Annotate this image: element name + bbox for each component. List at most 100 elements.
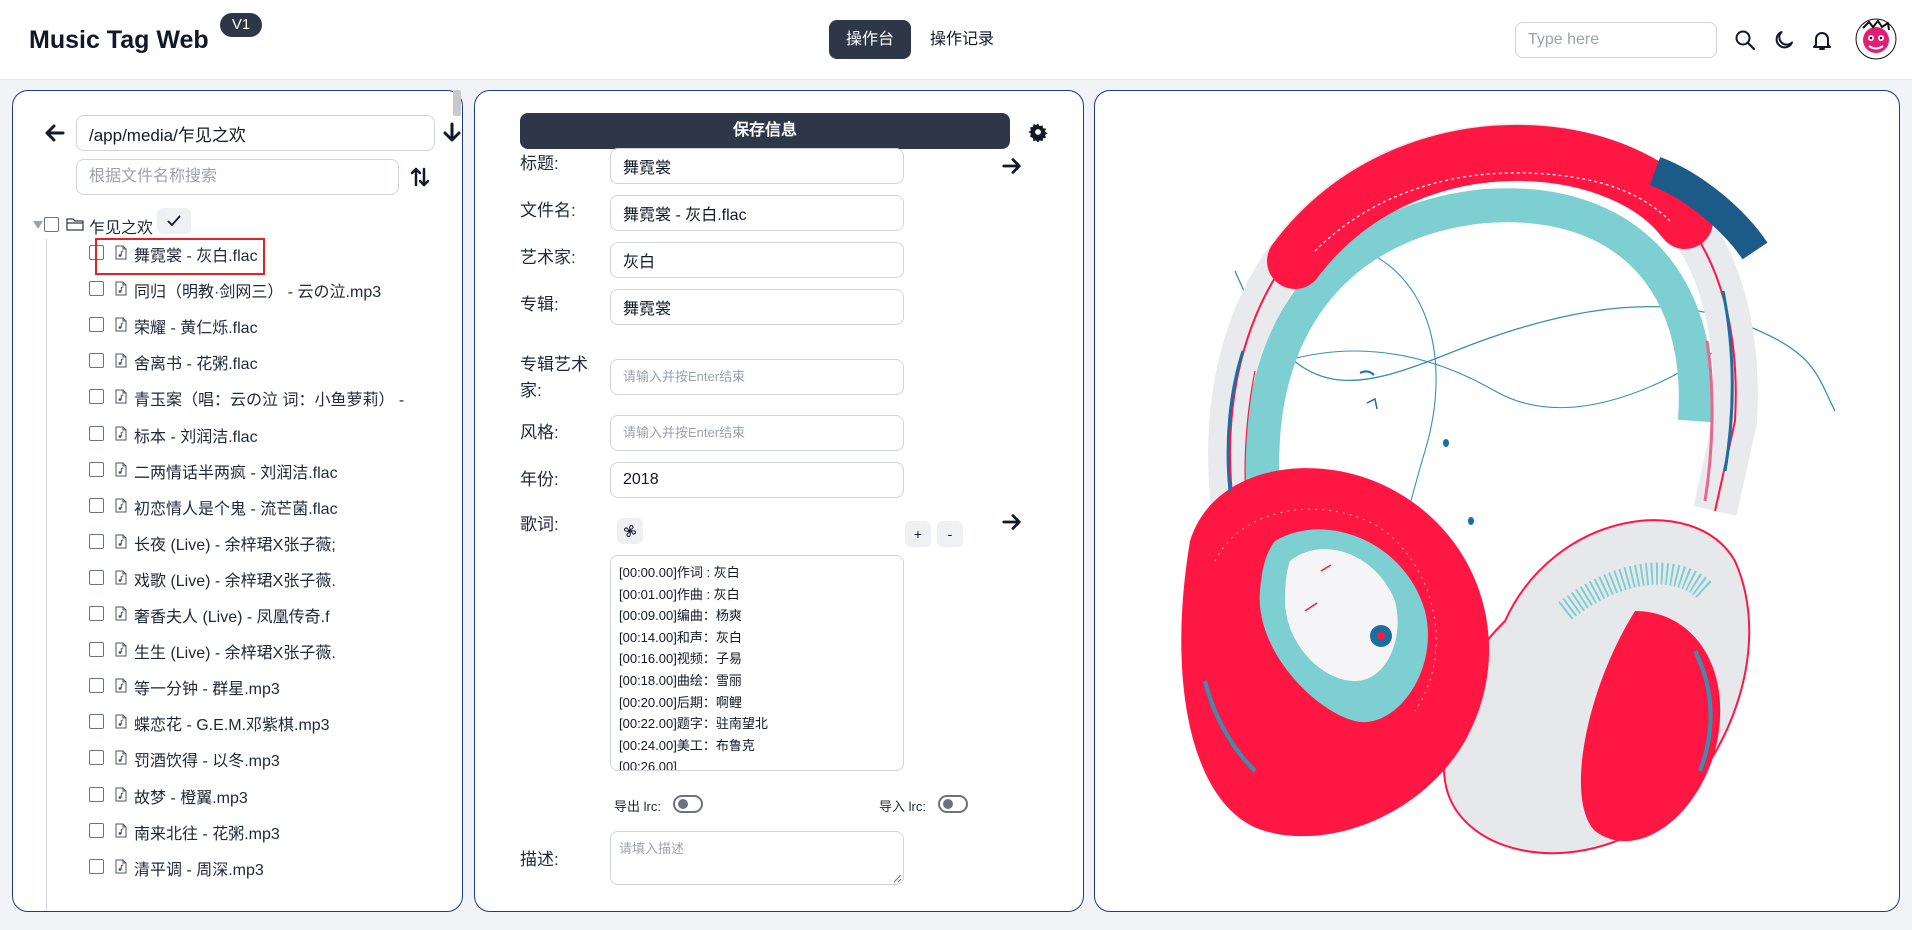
file-list-item[interactable]: 戏歌 (Live) - 余梓珺X张子薇.: [89, 564, 449, 590]
confirm-button[interactable]: [157, 208, 191, 234]
file-checkbox[interactable]: [89, 425, 104, 441]
file-name: 清平调 - 周深.mp3: [134, 861, 264, 879]
lyrics-label: 歌词:: [520, 515, 559, 534]
arrow-right-icon[interactable]: [1001, 155, 1023, 177]
artist-field[interactable]: [610, 242, 904, 278]
fan-icon: [623, 524, 637, 538]
arrow-right-icon[interactable]: [1001, 511, 1023, 533]
file-name: 长夜 (Live) - 余梓珺X张子薇;: [134, 536, 336, 554]
file-name: 同归（明教·剑网三） - 云の泣.mp3: [134, 284, 382, 302]
resize-grip-icon[interactable]: [892, 873, 902, 883]
artwork-panel: [1094, 90, 1900, 912]
file-list-item[interactable]: 长夜 (Live) - 余梓珺X张子薇;: [89, 528, 449, 554]
version-badge: V1: [220, 13, 262, 37]
file-name: 奢香夫人 (Live) - 凤凰传奇.f: [134, 609, 330, 626]
file-list-item[interactable]: 青玉案（唱：云の泣 词：小鱼萝莉） -: [89, 383, 449, 409]
music-file-icon: [115, 498, 127, 513]
title-field[interactable]: [610, 148, 904, 184]
file-checkbox[interactable]: [89, 533, 104, 549]
file-name: 等一分钟 - 群星.mp3: [134, 681, 280, 699]
path-input[interactable]: [76, 115, 435, 151]
file-list-item[interactable]: 清平调 - 周深.mp3: [89, 853, 449, 879]
file-list-item[interactable]: 舞霓裳 - 灰白.flac: [89, 239, 449, 265]
file-checkbox[interactable]: [89, 389, 104, 405]
music-file-icon: [115, 462, 127, 477]
lyrics-fetch-button[interactable]: [617, 518, 643, 544]
import-lrc-label: 导入 lrc:: [879, 799, 926, 814]
sort-icon[interactable]: [408, 165, 432, 189]
file-list-item[interactable]: 蝶恋花 - G.E.M.邓紫棋.mp3: [89, 708, 449, 734]
gear-icon[interactable]: [1028, 122, 1048, 142]
file-list-item[interactable]: 南来北往 - 花粥.mp3: [89, 817, 449, 843]
scrollbar-thumb[interactable]: [453, 90, 461, 116]
file-checkbox[interactable]: [89, 317, 104, 333]
search-input[interactable]: [1515, 22, 1717, 58]
file-checkbox[interactable]: [89, 353, 104, 369]
album-artist-label-line1: 专辑艺术: [520, 355, 588, 374]
file-checkbox[interactable]: [89, 245, 104, 260]
file-checkbox[interactable]: [89, 642, 104, 658]
file-checkbox[interactable]: [89, 714, 104, 730]
album-artist-field[interactable]: [610, 359, 904, 395]
tab-console[interactable]: 操作台: [829, 20, 912, 59]
file-list-item[interactable]: 二两情话半两疯 - 刘润洁.flac: [89, 456, 449, 482]
file-list-item[interactable]: 罚酒饮得 - 以冬.mp3: [89, 744, 449, 770]
caret-down-icon[interactable]: [33, 221, 43, 229]
file-list-item[interactable]: 舍离书 - 花粥.flac: [89, 347, 449, 373]
description-label: 描述:: [520, 850, 559, 869]
music-file-icon: [115, 426, 127, 440]
file-name: 初恋情人是个鬼 - 流芒菌.flac: [134, 500, 338, 518]
description-field[interactable]: [610, 831, 904, 885]
tab-operation-history[interactable]: 操作记录: [913, 20, 1011, 59]
year-field[interactable]: [610, 462, 904, 498]
file-checkbox[interactable]: [89, 750, 104, 766]
music-file-icon: [115, 389, 127, 404]
bell-icon[interactable]: [1810, 28, 1834, 52]
lyrics-decrease-button[interactable]: -: [937, 521, 963, 547]
filename-filter-input[interactable]: [76, 159, 399, 195]
app-title[interactable]: Music Tag Web: [29, 26, 209, 55]
path-row: [33, 115, 461, 151]
moon-icon[interactable]: [1772, 28, 1796, 52]
file-checkbox[interactable]: [89, 858, 104, 874]
file-checkbox[interactable]: [89, 569, 104, 585]
file-name: 生生 (Live) - 余梓珺X张子薇.: [134, 645, 336, 663]
file-list-item[interactable]: 等一分钟 - 群星.mp3: [89, 672, 449, 698]
file-name: 南来北往 - 花粥.mp3: [134, 825, 280, 843]
import-lrc-toggle[interactable]: [938, 795, 968, 813]
export-lrc-toggle[interactable]: [673, 795, 703, 813]
tree-folder[interactable]: 乍见之欢: [33, 208, 233, 237]
file-checkbox[interactable]: [89, 606, 104, 621]
user-avatar[interactable]: [1855, 18, 1897, 60]
file-list-item[interactable]: 初恋情人是个鬼 - 流芒菌.flac: [89, 492, 449, 518]
filename-field[interactable]: [610, 195, 904, 231]
year-label: 年份:: [520, 470, 559, 489]
lyrics-increase-button[interactable]: +: [905, 521, 931, 547]
file-list-item[interactable]: 同归（明教·剑网三） - 云の泣.mp3: [89, 275, 449, 301]
arrow-left-icon[interactable]: [43, 121, 67, 145]
file-checkbox[interactable]: [89, 281, 104, 297]
music-file-icon: [115, 678, 127, 693]
search-icon[interactable]: [1733, 28, 1757, 52]
lyrics-textarea[interactable]: [00:00.00]作词 : 灰白 [00:01.00]作曲 : 灰白 [00:…: [610, 555, 904, 771]
file-checkbox[interactable]: [89, 678, 104, 694]
file-list-item[interactable]: 奢香夫人 (Live) - 凤凰传奇.f: [89, 600, 449, 626]
file-list-item[interactable]: 故梦 - 橙翼.mp3: [89, 781, 449, 807]
arrow-down-icon[interactable]: [440, 121, 463, 145]
file-list-item[interactable]: 标本 - 刘润洁.flac: [89, 420, 449, 446]
genre-field[interactable]: [610, 415, 904, 451]
file-list-item[interactable]: 荣耀 - 黄仁烁.flac: [89, 311, 449, 337]
file-checkbox[interactable]: [89, 786, 104, 802]
file-checkbox[interactable]: [89, 497, 104, 513]
folder-icon: [66, 218, 84, 231]
folder-checkbox[interactable]: [44, 217, 59, 232]
music-file-icon: [115, 317, 127, 332]
file-list-item[interactable]: 生生 (Live) - 余梓珺X张子薇.: [89, 636, 449, 662]
file-checkbox[interactable]: [89, 822, 104, 838]
file-name: 戏歌 (Live) - 余梓珺X张子薇.: [134, 572, 336, 590]
tree-guide-line: [46, 239, 47, 911]
album-field[interactable]: [610, 289, 904, 325]
file-name: 青玉案（唱：云の泣 词：小鱼萝莉） -: [134, 392, 405, 410]
save-button[interactable]: 保存信息: [520, 113, 1010, 149]
file-checkbox[interactable]: [89, 461, 104, 477]
